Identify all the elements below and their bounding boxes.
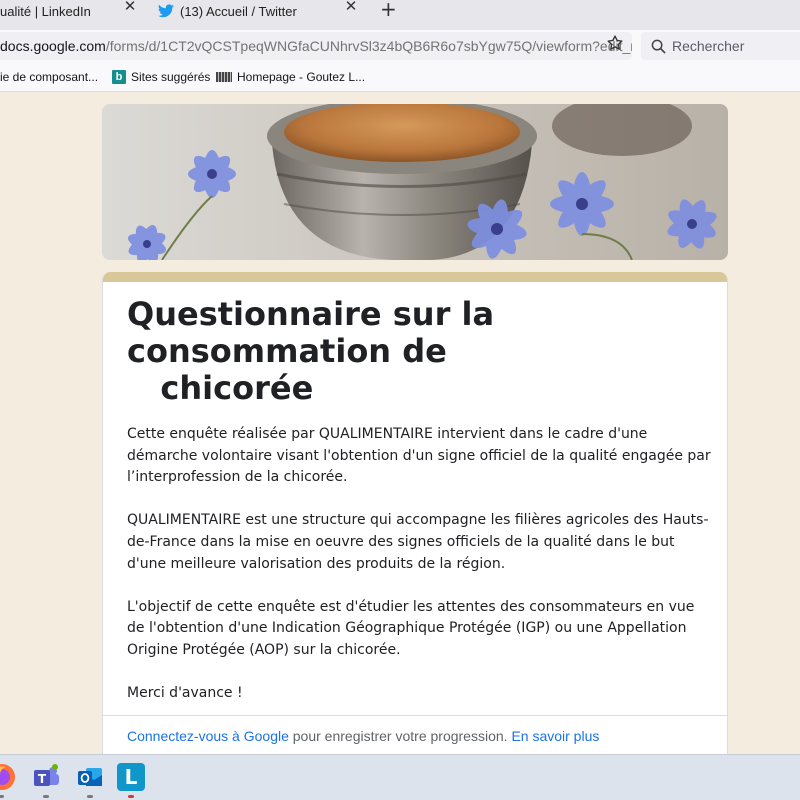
description-paragraph: QUALIMENTAIRE est une structure qui acco… <box>127 512 709 572</box>
form-title: Questionnaire sur la consommation de chi… <box>127 295 495 407</box>
teams-icon[interactable]: T <box>32 763 60 791</box>
bookmark-sites-suggeres[interactable]: b Sites suggérés <box>112 70 210 84</box>
lucid-app-icon[interactable]: L <box>117 763 145 791</box>
search-placeholder: Rechercher <box>672 38 745 54</box>
form-description: Cette enquête réalisée par QUALIMENTAIRE… <box>127 424 712 726</box>
chicory-bowl-image <box>102 104 728 260</box>
url-path: /forms/d/1CT2vQCSTpeqWNGfaCUNhrvSl3z4bQB… <box>105 38 632 54</box>
running-indicator <box>0 795 4 798</box>
running-indicator <box>87 795 93 798</box>
navigation-toolbar: docs.google.com/forms/d/1CT2vQCSTpeqWNGf… <box>0 30 800 64</box>
tab-twitter-label: (13) Accueil / Twitter <box>180 3 297 19</box>
card-accent-bar <box>103 272 727 282</box>
outlook-icon[interactable] <box>76 763 104 791</box>
running-indicator <box>43 795 49 798</box>
search-icon <box>651 39 666 54</box>
description-paragraph: L'objectif de cette enquête est d'étudie… <box>127 598 695 658</box>
signin-text: pour enregistrer votre progression. <box>288 728 512 744</box>
bing-icon: b <box>112 70 126 84</box>
url-bar[interactable]: docs.google.com/forms/d/1CT2vQCSTpeqWNGf… <box>0 32 632 60</box>
bookmark-composant-label: ie de composant... <box>0 70 99 84</box>
tab-strip: ualité | LinkedIn ✕ (13) Accueil / Twitt… <box>0 0 800 30</box>
tab-linkedin-label: ualité | LinkedIn <box>0 3 91 19</box>
twitter-icon <box>158 4 174 18</box>
active-indicator <box>128 795 134 798</box>
bookmark-homepage[interactable]: Homepage - Goutez L... <box>216 70 365 84</box>
close-icon[interactable]: ✕ <box>343 0 359 16</box>
bookmarks-bar: ie de composant... b Sites suggérés Home… <box>0 64 800 92</box>
firefox-icon[interactable] <box>0 763 16 791</box>
search-input[interactable]: Rechercher <box>641 32 800 60</box>
form-description-card: Questionnaire sur la consommation de chi… <box>102 272 728 762</box>
signin-notice: Connectez-vous à Google pour enregistrer… <box>127 728 599 744</box>
windows-taskbar: T L <box>0 754 800 800</box>
learn-more-link[interactable]: En savoir plus <box>511 728 599 744</box>
bookmark-composant[interactable]: ie de composant... <box>0 70 98 84</box>
site-favicon-icon <box>216 72 232 82</box>
bookmark-sites-suggeres-label: Sites suggérés <box>131 70 211 84</box>
bookmark-star-icon[interactable] <box>606 34 624 52</box>
description-paragraph: Merci d'avance ! <box>127 685 243 702</box>
close-icon[interactable]: ✕ <box>122 0 138 16</box>
divider <box>103 715 727 716</box>
new-tab-plus-icon[interactable]: + <box>380 0 397 21</box>
form-header-image <box>102 104 728 260</box>
url-host: docs.google.com <box>0 38 106 54</box>
signin-link[interactable]: Connectez-vous à Google <box>127 728 289 744</box>
svg-text:T: T <box>38 772 47 786</box>
bookmark-homepage-label: Homepage - Goutez L... <box>237 70 366 84</box>
description-paragraph: Cette enquête réalisée par QUALIMENTAIRE… <box>127 426 711 486</box>
tab-twitter[interactable]: (13) Accueil / Twitter <box>158 0 297 22</box>
tab-linkedin[interactable]: ualité | LinkedIn <box>0 0 91 22</box>
